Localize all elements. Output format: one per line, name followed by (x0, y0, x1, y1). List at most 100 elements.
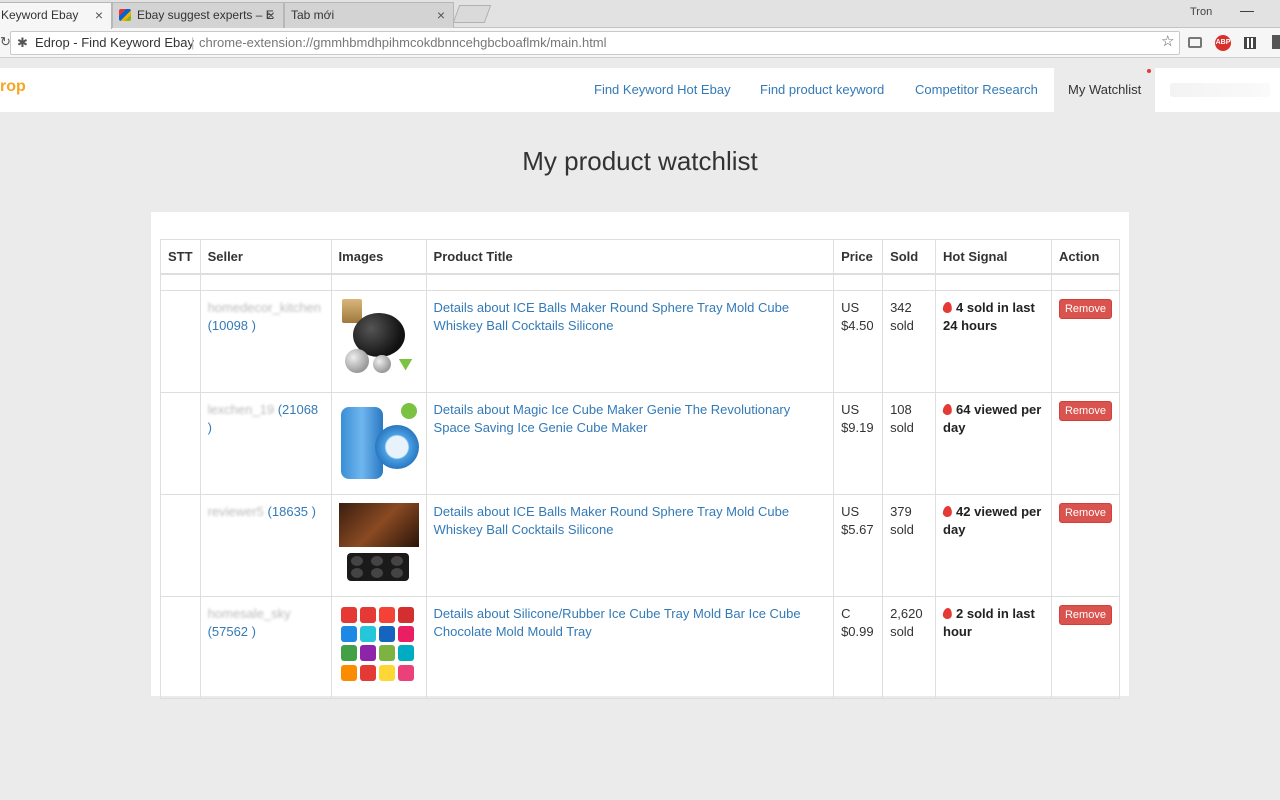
col-action: Action (1050, 239, 1121, 275)
nav-my-watchlist[interactable]: My Watchlist (1054, 68, 1156, 112)
profile-name[interactable]: Tron (1190, 6, 1212, 18)
seller-feedback-count[interactable]: (10098 ) (208, 318, 256, 333)
action-cell: Remove (1050, 289, 1121, 393)
sold-cell: 379 sold (882, 493, 937, 597)
fire-icon (942, 606, 953, 620)
product-image[interactable] (338, 298, 419, 384)
price-currency: US (841, 401, 860, 417)
col-seller: Seller (199, 239, 332, 275)
row-stt (160, 391, 201, 495)
table-row: homedecor_kitchen (10098 ) Details about… (160, 289, 1121, 393)
notification-dot (1147, 69, 1151, 73)
table-row: reviewer5 (18635 ) Details about ICE Bal… (160, 493, 1121, 597)
seller-name[interactable]: reviewer5 (208, 504, 264, 519)
browser-tab-strip: Keyword Ebay × Ebay suggest experts – E … (0, 0, 1280, 29)
product-title-link[interactable]: Details about ICE Balls Maker Round Sphe… (434, 504, 790, 537)
product-image[interactable] (339, 605, 419, 690)
table-header-row: STT Seller Images Product Title Price So… (160, 239, 1121, 275)
product-image[interactable] (338, 502, 419, 588)
address-page-title: Edrop - Find Keyword Ebay (35, 35, 194, 50)
price-value: $0.99 (841, 623, 874, 639)
nav-find-keyword-hot-ebay[interactable]: Find Keyword Hot Ebay (594, 68, 731, 112)
seller-name[interactable]: lexchen_19 (208, 402, 275, 417)
tab-close-icon[interactable]: × (267, 3, 275, 27)
title-cell: Details about ICE Balls Maker Round Sphe… (425, 289, 835, 393)
product-title-link[interactable]: Details about ICE Balls Maker Round Sphe… (434, 300, 790, 333)
row-stt (160, 595, 201, 699)
fire-icon (942, 402, 953, 416)
seller-name[interactable]: homedecor_kitchen (208, 300, 321, 315)
brand-logo[interactable]: rop (0, 78, 26, 96)
product-title-link[interactable]: Details about Silicone/Rubber Ice Cube T… (434, 606, 801, 639)
browser-tab-ebay-suggest[interactable]: Ebay suggest experts – E × (112, 2, 284, 28)
extension-puzzle-icon: ✱ (17, 35, 28, 50)
sold-cell: 342 sold (882, 289, 937, 393)
browser-toolbar: ↻ ✱ Edrop - Find Keyword Ebay | chrome-e… (0, 28, 1280, 58)
ebay-favicon-icon (119, 9, 131, 21)
sold-unit: sold (890, 623, 914, 639)
sold-unit: sold (890, 317, 914, 333)
remove-button[interactable]: Remove (1058, 298, 1112, 319)
remove-button[interactable]: Remove (1058, 502, 1112, 523)
price-cell: US $9.19 (833, 391, 884, 495)
tab-title: Tab mới (291, 8, 335, 22)
sold-count: 342 (890, 299, 912, 315)
col-hot-signal: Hot Signal (935, 239, 1052, 275)
price-currency: US (841, 299, 860, 315)
nav-competitor-research[interactable]: Competitor Research (915, 68, 1038, 112)
address-bar[interactable]: ✱ Edrop - Find Keyword Ebay | chrome-ext… (10, 31, 1180, 55)
table-row: homesale_sky (57562 ) Details about Sili… (160, 595, 1121, 699)
tab-close-icon[interactable]: × (437, 3, 445, 27)
hot-signal-text: 64 viewed per day (943, 401, 1042, 435)
nav-find-product-keyword[interactable]: Find product keyword (760, 68, 884, 112)
adblock-plus-icon[interactable]: ABP (1215, 35, 1231, 51)
bookmark-star-icon[interactable]: ☆ (1161, 32, 1174, 50)
watchlist-table: STT Seller Images Product Title Price So… (160, 239, 1121, 699)
sold-cell: 2,620 sold (882, 595, 937, 699)
seller-cell: lexchen_19 (21068 ) (199, 391, 332, 495)
nav-item-obscured[interactable] (1170, 83, 1270, 97)
col-images: Images (330, 239, 427, 275)
tab-title: Ebay suggest experts – E (137, 8, 274, 22)
product-title-link[interactable]: Details about Magic Ice Cube Maker Genie… (434, 402, 791, 435)
title-cell: Details about ICE Balls Maker Round Sphe… (425, 493, 835, 597)
address-url[interactable]: chrome-extension://gmmhbmdhpihmcokdbnnce… (199, 32, 607, 54)
tab-close-icon[interactable]: × (95, 3, 103, 27)
price-value: $9.19 (841, 419, 874, 435)
fire-icon (942, 504, 953, 518)
col-product-title: Product Title (425, 239, 835, 275)
sold-cell: 108 sold (882, 391, 937, 495)
menu-icon[interactable] (1272, 35, 1280, 49)
browser-tab-edrop[interactable]: Keyword Ebay × (0, 2, 112, 29)
row-stt (160, 493, 201, 597)
col-stt: STT (160, 239, 201, 275)
sold-count: 108 (890, 401, 912, 417)
sold-count: 379 (890, 503, 912, 519)
col-sold: Sold (882, 239, 937, 275)
remove-button[interactable]: Remove (1058, 604, 1112, 625)
seller-feedback-count[interactable]: (57562 ) (208, 624, 256, 639)
image-cell (330, 595, 427, 699)
seller-feedback-count[interactable]: (18635 ) (268, 504, 316, 519)
hot-signal-text: 4 sold in last 24 hours (943, 299, 1035, 333)
remove-button[interactable]: Remove (1058, 400, 1112, 421)
product-image[interactable] (339, 401, 419, 486)
camera-icon[interactable] (1188, 37, 1202, 48)
price-currency: C (841, 605, 851, 621)
minimize-icon[interactable]: — (1240, 2, 1254, 18)
address-separator: | (191, 35, 195, 50)
seller-name[interactable]: homesale_sky (208, 606, 291, 621)
browser-tab-new[interactable]: Tab mới × (284, 2, 454, 28)
image-cell (330, 289, 427, 393)
hot-signal-text: 42 viewed per day (943, 503, 1042, 537)
page-title: My product watchlist (522, 146, 758, 176)
hot-signal-cell: 42 viewed per day (935, 493, 1052, 597)
qr-code-icon[interactable] (1244, 37, 1256, 49)
hot-signal-text: 2 sold in last hour (943, 605, 1035, 639)
tab-title: Keyword Ebay (1, 8, 79, 22)
watchlist-card: STT Seller Images Product Title Price So… (151, 212, 1129, 699)
price-value: $5.67 (841, 521, 874, 537)
action-cell: Remove (1050, 493, 1121, 597)
new-tab-button[interactable] (452, 5, 492, 23)
price-cell: US $5.67 (833, 493, 884, 597)
